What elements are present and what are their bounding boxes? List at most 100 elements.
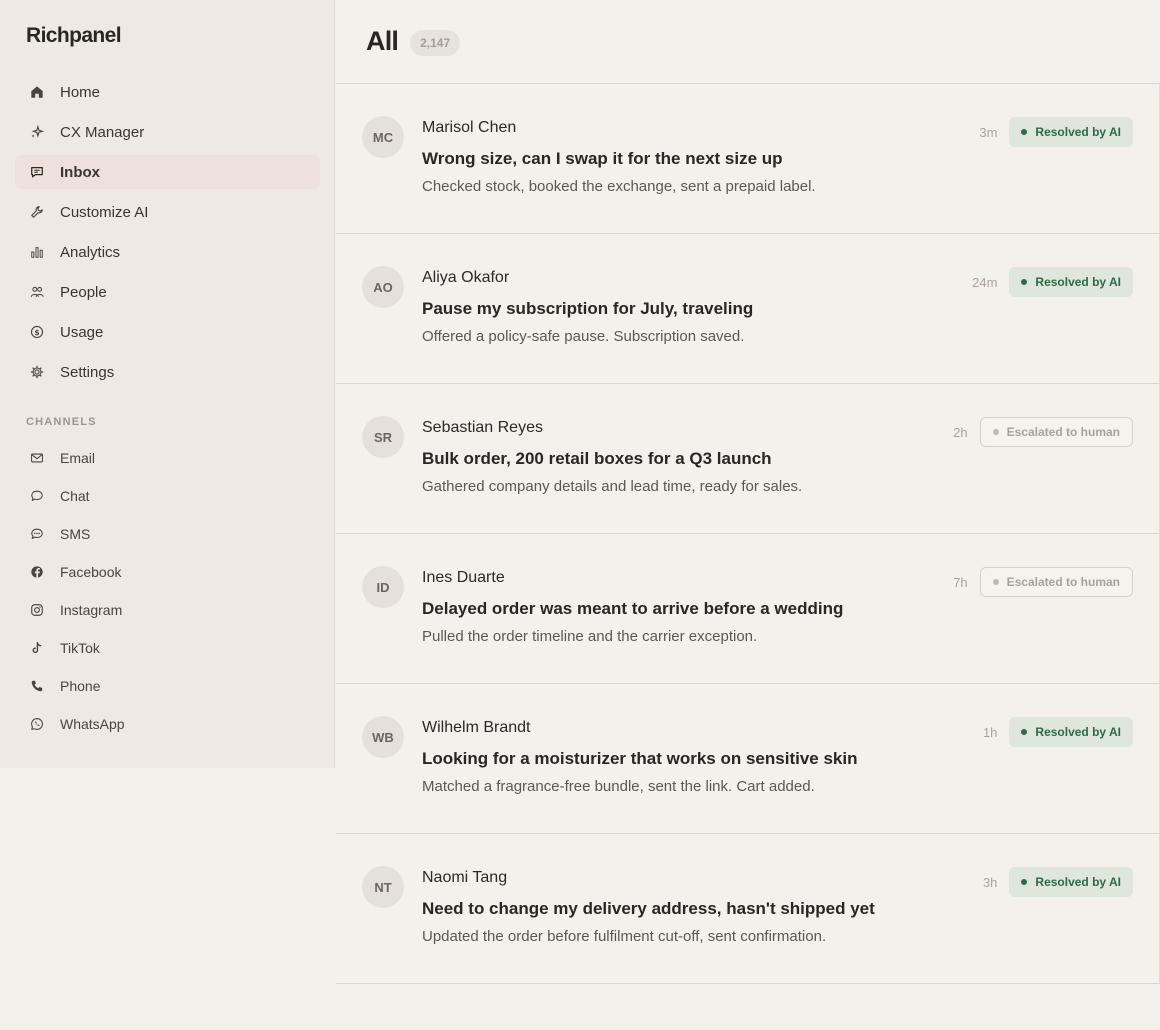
- sidebar: Richpanel Home CX Manager Inbox Customiz…: [0, 0, 335, 768]
- brand-logo[interactable]: Richpanel: [26, 24, 122, 48]
- whatsapp-icon: [29, 716, 45, 732]
- avatar: WB: [362, 716, 404, 758]
- status-dot-icon: [1021, 729, 1028, 735]
- customer-name: Ines Duarte: [422, 569, 505, 586]
- sidebar-item-label: Customize AI: [60, 203, 149, 221]
- message-icon: [29, 164, 45, 180]
- channel-item-phone[interactable]: Phone: [15, 670, 320, 702]
- status-dot-icon: [992, 429, 999, 435]
- avatar: NT: [362, 866, 404, 908]
- conversation-row[interactable]: AO Aliya Okafor Pause my subscription fo…: [336, 234, 1160, 384]
- mail-icon: [29, 450, 45, 466]
- conversation-meta: 24m Resolved by AI: [972, 267, 1133, 297]
- conversation-count-badge: 2,147: [410, 30, 461, 56]
- conversation-meta: 3h Resolved by AI: [983, 867, 1133, 897]
- channel-item-chat[interactable]: Chat: [15, 480, 320, 512]
- phone-icon: [29, 678, 45, 694]
- channel-item-label: Instagram: [60, 602, 123, 618]
- channel-item-label: Email: [60, 450, 96, 466]
- conversation-meta: 7h Escalated to human: [953, 567, 1133, 597]
- status-badge: Escalated to human: [979, 417, 1133, 447]
- conversation-subject: Delayed order was meant to arrive before…: [422, 599, 844, 618]
- bar-chart-icon: [29, 244, 45, 260]
- instagram-icon: [29, 602, 45, 618]
- conversation-subject: Looking for a moisturizer that works on …: [422, 749, 858, 768]
- channel-item-instagram[interactable]: Instagram: [15, 594, 320, 626]
- sidebar-item-analytics[interactable]: Analytics: [15, 235, 320, 269]
- sidebar-item-home[interactable]: Home: [15, 75, 320, 109]
- inbox-main: All 2,147 MC Marisol Chen Wrong size, ca…: [336, 0, 1160, 1030]
- status-label: Resolved by AI: [1035, 125, 1121, 139]
- dollar-icon: $: [29, 324, 45, 340]
- conversation-summary: Pulled the order timeline and the carrie…: [422, 628, 758, 645]
- conversation-row[interactable]: NT Naomi Tang Need to change my delivery…: [336, 834, 1160, 984]
- sidebar-item-settings[interactable]: Settings: [15, 355, 320, 389]
- gear-icon: [29, 364, 45, 380]
- channel-item-facebook[interactable]: Facebook: [15, 556, 320, 588]
- conversation-summary: Checked stock, booked the exchange, sent…: [422, 178, 816, 195]
- home-icon: [29, 84, 45, 100]
- timestamp: 2h: [953, 424, 968, 440]
- conversation-summary: Offered a policy-safe pause. Subscriptio…: [422, 328, 745, 345]
- timestamp: 24m: [972, 274, 998, 290]
- channel-item-tiktok[interactable]: TikTok: [15, 632, 320, 664]
- sms-icon: [29, 526, 45, 542]
- sidebar-item-label: Usage: [60, 323, 104, 341]
- channels-nav: Email Chat SMS Facebook Instagram TikTok…: [15, 442, 320, 746]
- inbox-header: All 2,147: [336, 0, 1160, 84]
- sidebar-item-label: Home: [60, 83, 101, 101]
- status-badge: Resolved by AI: [1009, 717, 1133, 747]
- customer-name: Sebastian Reyes: [422, 419, 543, 436]
- channel-item-label: Facebook: [60, 564, 122, 580]
- conversation-subject: Bulk order, 200 retail boxes for a Q3 la…: [422, 449, 772, 468]
- channels-heading: CHANNELS: [26, 416, 97, 428]
- sidebar-item-customize-ai[interactable]: Customize AI: [15, 195, 320, 229]
- status-label: Escalated to human: [1006, 425, 1120, 439]
- timestamp: 7h: [953, 574, 968, 590]
- channel-item-label: Phone: [60, 678, 101, 694]
- sidebar-item-people[interactable]: People: [15, 275, 320, 309]
- status-dot-icon: [1021, 879, 1028, 885]
- avatar: MC: [362, 116, 404, 158]
- sidebar-item-cx-manager[interactable]: CX Manager: [15, 115, 320, 149]
- sidebar-item-label: People: [60, 283, 107, 301]
- channel-item-label: TikTok: [60, 640, 100, 656]
- avatar: SR: [362, 416, 404, 458]
- conversation-row[interactable]: WB Wilhelm Brandt Looking for a moisturi…: [336, 684, 1160, 834]
- status-label: Escalated to human: [1006, 575, 1120, 589]
- status-badge: Escalated to human: [979, 567, 1133, 597]
- people-icon: [29, 284, 45, 300]
- customer-name: Aliya Okafor: [422, 269, 510, 286]
- conversation-row[interactable]: MC Marisol Chen Wrong size, can I swap i…: [336, 84, 1160, 234]
- conversation-subject: Need to change my delivery address, hasn…: [422, 899, 875, 918]
- customer-name: Wilhelm Brandt: [422, 719, 531, 736]
- conversation-meta: 3m Resolved by AI: [979, 117, 1133, 147]
- conversation-row[interactable]: ID Ines Duarte Delayed order was meant t…: [336, 534, 1160, 684]
- channel-item-label: SMS: [60, 526, 91, 542]
- avatar: AO: [362, 266, 404, 308]
- status-badge: Resolved by AI: [1009, 117, 1133, 147]
- status-badge: Resolved by AI: [1009, 867, 1133, 897]
- timestamp: 3m: [979, 124, 998, 140]
- sidebar-item-label: CX Manager: [60, 123, 145, 141]
- tiktok-icon: [29, 640, 45, 656]
- status-dot-icon: [1021, 129, 1028, 135]
- conversation-meta: 2h Escalated to human: [953, 417, 1133, 447]
- avatar: ID: [362, 566, 404, 608]
- status-label: Resolved by AI: [1035, 875, 1121, 889]
- channel-item-label: WhatsApp: [60, 716, 125, 732]
- conversation-summary: Updated the order before fulfilment cut-…: [422, 928, 827, 945]
- sidebar-item-label: Analytics: [60, 243, 121, 261]
- sidebar-item-label: Inbox: [60, 163, 100, 181]
- channel-item-whatsapp[interactable]: WhatsApp: [15, 708, 320, 740]
- conversation-row[interactable]: SR Sebastian Reyes Bulk order, 200 retai…: [336, 384, 1160, 534]
- timestamp: 3h: [982, 874, 998, 890]
- conversation-list: MC Marisol Chen Wrong size, can I swap i…: [336, 84, 1160, 984]
- channel-item-label: Chat: [60, 488, 90, 504]
- status-label: Resolved by AI: [1035, 275, 1121, 289]
- conversation-meta: 1h Resolved by AI: [983, 717, 1133, 747]
- channel-item-sms[interactable]: SMS: [15, 518, 320, 550]
- sidebar-item-usage[interactable]: $ Usage: [15, 315, 320, 349]
- sidebar-item-inbox[interactable]: Inbox: [15, 155, 320, 189]
- channel-item-email[interactable]: Email: [15, 442, 320, 474]
